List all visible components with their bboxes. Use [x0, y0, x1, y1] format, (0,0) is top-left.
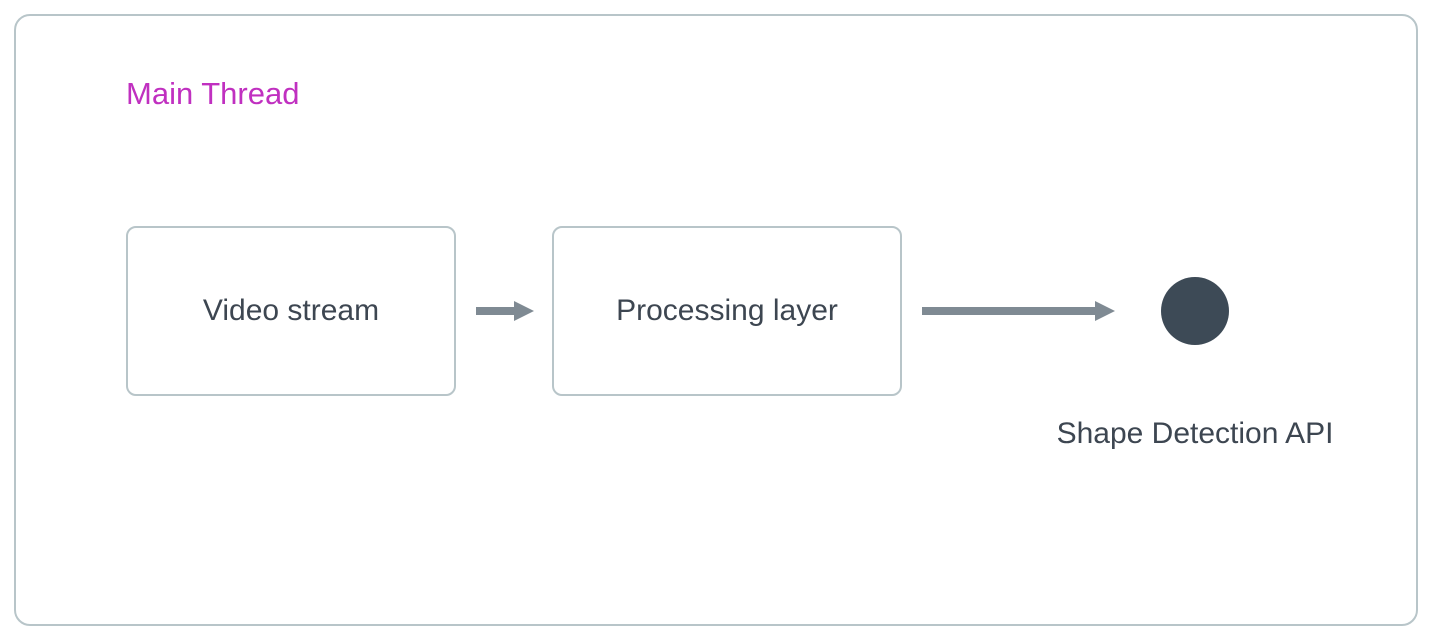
arrow-right-icon [474, 299, 534, 323]
arrow-2 [920, 299, 1115, 323]
terminal-circle-icon [1161, 277, 1229, 345]
node-shape-detection-api-label: Shape Detection API [1057, 417, 1334, 451]
node-video-stream-label: Video stream [203, 294, 379, 328]
node-video-stream: Video stream [126, 226, 456, 396]
diagram-container: Main Thread Video stream Processing laye… [14, 14, 1418, 626]
flow-row: Video stream Processing layer Shape Dete… [126, 226, 1356, 396]
node-processing-layer: Processing layer [552, 226, 902, 396]
thread-label: Main Thread [126, 76, 299, 112]
node-processing-layer-label: Processing layer [616, 294, 838, 328]
arrow-1 [474, 299, 534, 323]
arrow-right-icon [920, 299, 1115, 323]
node-shape-detection-api: Shape Detection API [1125, 277, 1265, 345]
